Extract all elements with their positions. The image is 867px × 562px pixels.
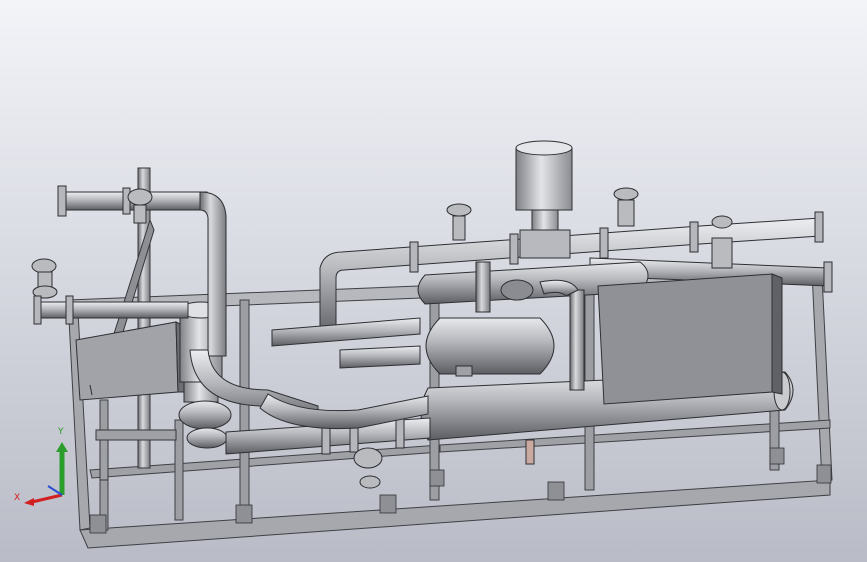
control-panel-box [75,321,187,401]
handwheel-valve-far-left[interactable] [31,258,58,299]
vertical-motor-center [515,140,573,259]
check-valve-right[interactable] [711,215,733,269]
lower-discharge-piping [225,317,431,455]
electrical-enclosure-right [597,273,783,405]
separator-tank [425,317,555,377]
x-axis-head [24,498,34,506]
handwheel-valve-right-top[interactable] [613,187,639,227]
equipment-skid-model[interactable] [0,0,867,562]
handwheel-valve-bottom[interactable] [353,447,383,489]
handwheel-valve-center-top[interactable] [446,203,472,241]
3d-viewport[interactable]: Y X [0,0,867,562]
y-axis-label: Y [57,427,64,437]
x-axis-label: X [14,493,20,503]
sight-gauge [525,439,535,465]
y-axis-head [56,442,68,452]
coordinate-triad: Y X [14,427,68,506]
x-axis-arrow [31,493,63,504]
